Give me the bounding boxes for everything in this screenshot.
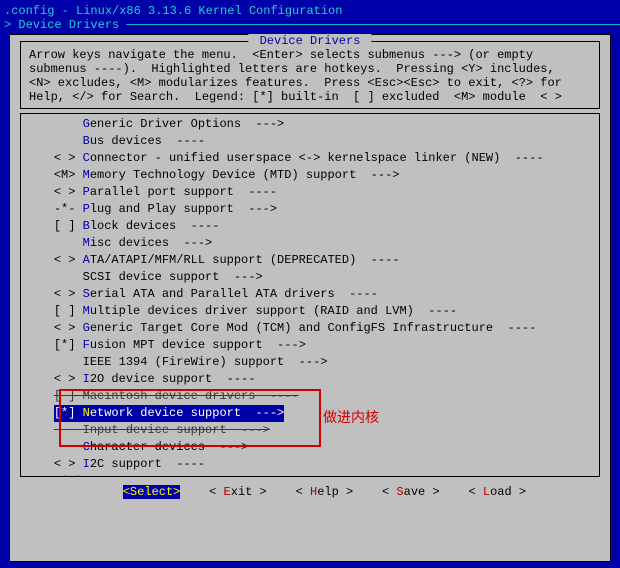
menu-item[interactable]: Generic Driver Options ---> (25, 116, 595, 133)
menu-item[interactable]: Bus devices ---- (25, 133, 595, 150)
menu-item[interactable]: < > I2C support ---- (25, 456, 595, 473)
menu-item[interactable]: [*] Network device support ---> (25, 405, 595, 422)
menu-item[interactable]: < > Connector - unified userspace <-> ke… (25, 150, 595, 167)
window-title: .config - Linux/x86 3.13.6 Kernel Config… (4, 4, 616, 18)
box-title: Device Drivers (248, 34, 371, 48)
menu-item[interactable]: < > I2O device support ---- (25, 371, 595, 388)
exit-button[interactable]: < Exit > (209, 485, 267, 499)
scroll-down-indicator: v(+) (25, 473, 595, 477)
menu-item[interactable]: Input device support ---> (25, 422, 595, 439)
menu-item[interactable]: SCSI device support ---> (25, 269, 595, 286)
menu-item[interactable]: <M> Memory Technology Device (MTD) suppo… (25, 167, 595, 184)
menu-item[interactable]: Misc devices ---> (25, 235, 595, 252)
button-row: <Select> < Exit > < Help > < Save > < Lo… (12, 485, 608, 499)
menu-item[interactable]: [ ] Multiple devices driver support (RAI… (25, 303, 595, 320)
menu-item[interactable]: < > ATA/ATAPI/MFM/RLL support (DEPRECATE… (25, 252, 595, 269)
select-button[interactable]: <Select> (123, 485, 181, 499)
menu-item[interactable]: < > Parallel port support ---- (25, 184, 595, 201)
menu-item[interactable]: IEEE 1394 (FireWire) support ---> (25, 354, 595, 371)
breadcrumb: > Device Drivers ───────────────────────… (4, 18, 616, 32)
menu-item[interactable]: < > Serial ATA and Parallel ATA drivers … (25, 286, 595, 303)
menu-item[interactable]: [ ] Macintosh device drivers ---- (25, 388, 595, 405)
help-button[interactable]: < Help > (296, 485, 354, 499)
main-panel: Device Drivers Arrow keys navigate the m… (9, 34, 611, 562)
save-button[interactable]: < Save > (382, 485, 440, 499)
menu-item[interactable]: [*] Fusion MPT device support ---> (25, 337, 595, 354)
menu-item[interactable]: < > Generic Target Core Mod (TCM) and Co… (25, 320, 595, 337)
help-text: Arrow keys navigate the menu. <Enter> se… (27, 42, 593, 106)
menu-item[interactable]: -*- Plug and Play support ---> (25, 201, 595, 218)
menu-item[interactable]: [ ] Block devices ---- (25, 218, 595, 235)
menu-list[interactable]: Generic Driver Options ---> Bus devices … (20, 113, 600, 477)
menu-item[interactable]: Character devices ---> (25, 439, 595, 456)
load-button[interactable]: < Load > (468, 485, 526, 499)
help-box: Device Drivers Arrow keys navigate the m… (20, 41, 600, 109)
